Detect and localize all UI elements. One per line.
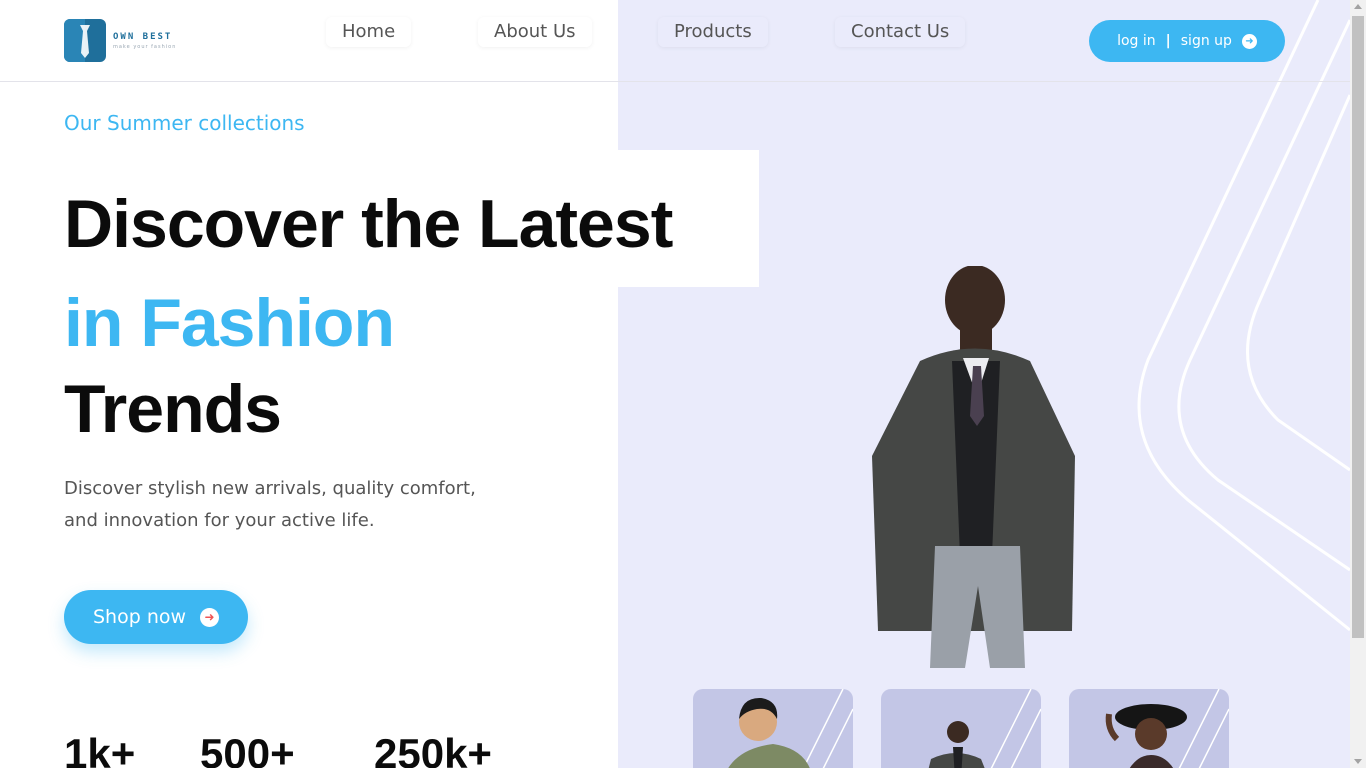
hero-model-image bbox=[872, 266, 1075, 668]
login-signup-button[interactable]: log in | sign up ➜ bbox=[1089, 20, 1285, 62]
auth-separator: | bbox=[1165, 33, 1171, 49]
nav-products[interactable]: Products bbox=[658, 17, 768, 47]
stat-value: 1k+ bbox=[64, 730, 136, 768]
thumbnail-card[interactable] bbox=[693, 689, 853, 768]
scroll-thumb[interactable] bbox=[1352, 16, 1364, 638]
stat-value: 500+ bbox=[200, 730, 295, 768]
hero-title-line-3: Trends bbox=[64, 371, 282, 447]
brand-name: OWN BEST bbox=[113, 31, 173, 42]
login-link[interactable]: log in bbox=[1117, 33, 1156, 49]
hero-eyebrow: Our Summer collections bbox=[64, 111, 305, 135]
scroll-down-icon[interactable] bbox=[1354, 759, 1362, 764]
scroll-up-icon[interactable] bbox=[1354, 4, 1362, 9]
nav-contact-us[interactable]: Contact Us bbox=[835, 17, 965, 47]
child-photo bbox=[728, 689, 853, 768]
arrow-right-circle-icon: ➜ bbox=[200, 607, 220, 627]
signup-link[interactable]: sign up bbox=[1181, 33, 1232, 49]
nav-about-us[interactable]: About Us bbox=[478, 17, 592, 47]
hero-title-line-1: Discover the Latest bbox=[64, 186, 673, 262]
hero-title-line-2: in Fashion bbox=[64, 285, 395, 361]
hero-description: Discover stylish new arrivals, quality c… bbox=[64, 478, 476, 531]
top-nav-bar: OWN BEST make your fashion Home About Us… bbox=[0, 0, 1350, 82]
arrow-right-circle-icon: ➜ bbox=[1241, 33, 1257, 49]
tie-icon bbox=[64, 19, 106, 62]
brand-logo[interactable]: OWN BEST make your fashion bbox=[64, 19, 176, 62]
brand-tagline: make your fashion bbox=[113, 43, 177, 50]
shop-now-button[interactable]: Shop now ➜ bbox=[64, 590, 248, 644]
stat-value: 250k+ bbox=[374, 730, 492, 768]
thumbnail-card[interactable] bbox=[1069, 689, 1229, 768]
woman-photo bbox=[1105, 689, 1229, 768]
thumbnail-card[interactable] bbox=[881, 689, 1041, 768]
shop-now-label: Shop now bbox=[93, 606, 187, 628]
page-scrollbar[interactable] bbox=[1350, 0, 1366, 768]
nav-home[interactable]: Home bbox=[326, 17, 411, 47]
man-photo bbox=[928, 689, 1041, 768]
